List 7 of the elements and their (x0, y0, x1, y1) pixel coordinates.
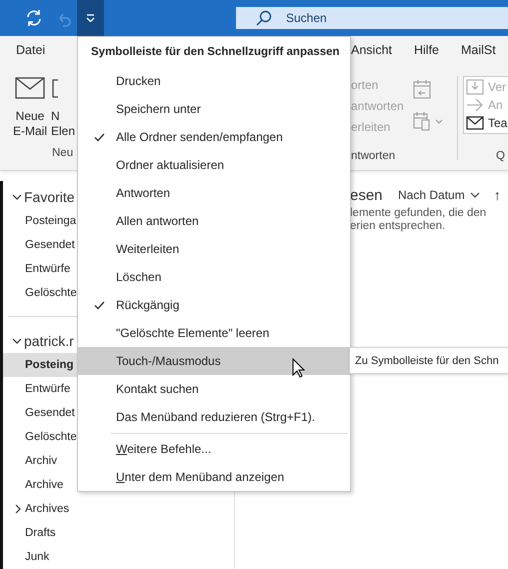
group-label: Q (496, 150, 506, 162)
tooltip: Zu Symbolleiste für den Schn (349, 347, 508, 374)
menu-title: Symbolleiste für den Schnellzugriff anpassen (90, 45, 341, 60)
list-heading: esen (350, 186, 384, 204)
group-label: ntworten (351, 150, 396, 162)
empty-list-message: lemente gefunden, die den erien entsprechen. (350, 207, 488, 233)
group-label: Neu (52, 147, 74, 159)
